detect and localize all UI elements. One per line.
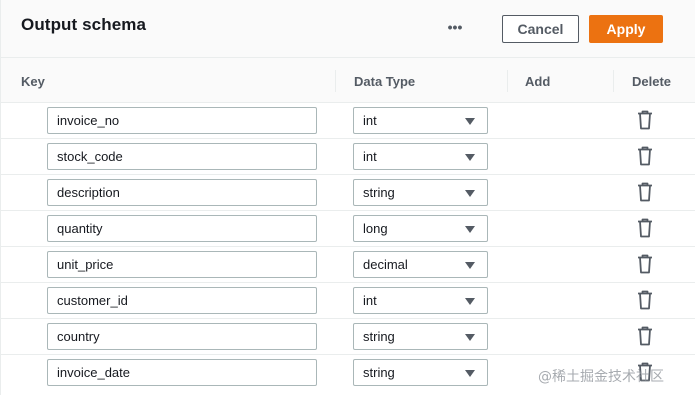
schema-row: description string (1, 175, 695, 211)
panel-header: Output schema ••• Cancel Apply (1, 0, 695, 58)
data-type-value: string (363, 329, 395, 344)
schema-row: invoice_no int (1, 103, 695, 139)
key-field[interactable]: invoice_date (47, 359, 317, 386)
data-type-select[interactable]: int (353, 143, 488, 170)
key-field[interactable]: invoice_no (47, 107, 317, 134)
trash-icon[interactable] (637, 182, 653, 202)
data-type-select[interactable]: int (353, 107, 488, 134)
schema-row: stock_code int (1, 139, 695, 175)
data-type-value: string (363, 365, 395, 380)
schema-row: customer_id int (1, 283, 695, 319)
ellipsis-icon: ••• (447, 19, 463, 35)
caret-down-icon (465, 226, 475, 233)
panel-title: Output schema (21, 15, 147, 34)
column-header-add: Add (525, 74, 551, 89)
data-type-value: int (363, 293, 377, 308)
column-header-key: Key (21, 74, 45, 89)
apply-button[interactable]: Apply (589, 15, 663, 43)
data-type-select[interactable]: string (353, 323, 488, 350)
column-header-row: Key Data Type Add Delete (1, 58, 695, 103)
column-divider (507, 70, 508, 92)
output-schema-panel: Output schema ••• Cancel Apply Key Data … (0, 0, 695, 395)
data-type-value: string (363, 185, 395, 200)
schema-row: unit_price decimal (1, 247, 695, 283)
caret-down-icon (465, 118, 475, 125)
data-type-value: long (363, 221, 388, 236)
data-type-value: decimal (363, 257, 408, 272)
column-divider (613, 70, 614, 92)
trash-icon[interactable] (637, 254, 653, 274)
trash-icon[interactable] (637, 146, 653, 166)
key-field[interactable]: stock_code (47, 143, 317, 170)
trash-icon[interactable] (637, 218, 653, 238)
trash-icon[interactable] (637, 110, 653, 130)
data-type-value: int (363, 113, 377, 128)
caret-down-icon (465, 154, 475, 161)
caret-down-icon (465, 190, 475, 197)
data-type-select[interactable]: int (353, 287, 488, 314)
caret-down-icon (465, 334, 475, 341)
watermark: @稀土掘金技术社区 (538, 369, 664, 385)
data-type-select[interactable]: decimal (353, 251, 488, 278)
schema-row: country string (1, 319, 695, 355)
trash-icon[interactable] (637, 326, 653, 346)
key-field[interactable]: unit_price (47, 251, 317, 278)
data-type-select[interactable]: long (353, 215, 488, 242)
key-field[interactable]: customer_id (47, 287, 317, 314)
key-field[interactable]: description (47, 179, 317, 206)
caret-down-icon (465, 370, 475, 377)
key-field[interactable]: country (47, 323, 317, 350)
more-actions-button[interactable]: ••• (443, 17, 467, 37)
data-type-select[interactable]: string (353, 359, 488, 386)
data-type-select[interactable]: string (353, 179, 488, 206)
schema-row: quantity long (1, 211, 695, 247)
cancel-button[interactable]: Cancel (502, 15, 579, 43)
caret-down-icon (465, 298, 475, 305)
column-header-data-type: Data Type (354, 74, 416, 89)
column-header-delete: Delete (632, 74, 672, 89)
column-divider (335, 70, 336, 92)
trash-icon[interactable] (637, 290, 653, 310)
caret-down-icon (465, 262, 475, 269)
key-field[interactable]: quantity (47, 215, 317, 242)
data-type-value: int (363, 149, 377, 164)
